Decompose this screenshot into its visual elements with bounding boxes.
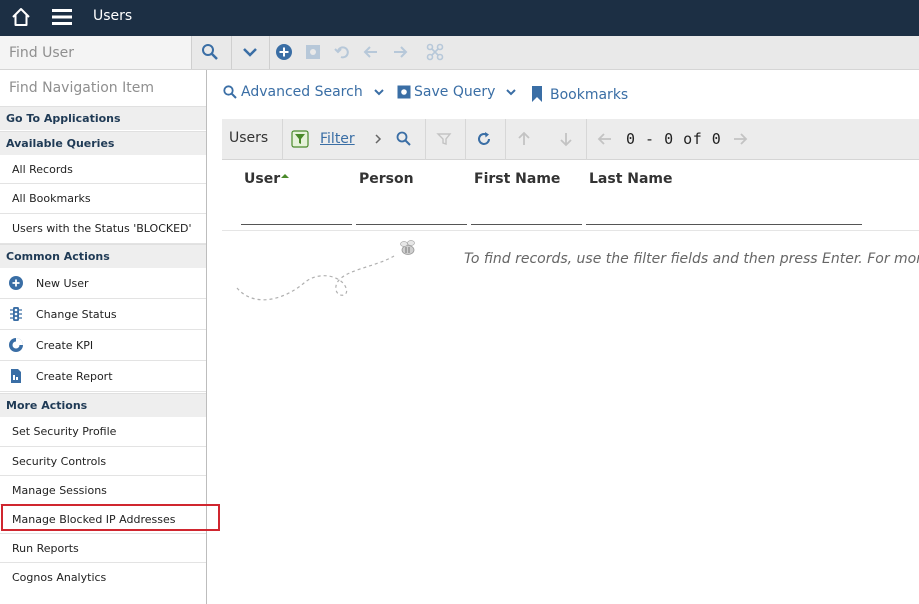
section-go-to-applications[interactable]: Go To Applications — [0, 106, 206, 130]
save-query-icon — [397, 85, 411, 99]
action-set-security-profile[interactable]: Set Security Profile — [0, 417, 206, 447]
list-toolbar-divider — [425, 119, 426, 160]
column-header-last-name[interactable]: Last Name — [589, 171, 673, 187]
list-toolbar-divider — [586, 119, 587, 160]
filter-icon[interactable] — [291, 130, 309, 148]
action-create-report[interactable]: Create Report — [0, 361, 206, 392]
add-icon — [9, 276, 23, 290]
list-toolbar-divider — [505, 119, 506, 160]
user-filter-field[interactable] — [241, 199, 352, 225]
nav-item-label: All Records — [12, 162, 73, 176]
list-toolbar: Users Filter 0 - 0 of 0 — [222, 119, 919, 160]
advanced-search-label: Advanced Search — [241, 84, 363, 100]
nav-item-label: Set Security Profile — [12, 425, 117, 438]
kpi-gauge-icon — [9, 338, 23, 352]
column-header-person[interactable]: Person — [359, 171, 414, 187]
chevron-down-icon[interactable] — [240, 42, 260, 62]
list-toolbar-divider — [282, 119, 283, 160]
arrow-down-icon — [560, 133, 572, 147]
previous-page-icon — [597, 133, 611, 145]
arrow-left-icon — [363, 46, 377, 58]
search-icon[interactable] — [395, 130, 413, 148]
last-name-filter-field[interactable] — [586, 199, 862, 225]
nav-item-label: Run Reports — [12, 541, 79, 555]
action-create-kpi[interactable]: Create KPI — [0, 330, 206, 361]
find-user-input[interactable] — [0, 36, 191, 69]
nav-item-label: Security Controls — [12, 454, 107, 468]
chevron-down-icon[interactable] — [371, 84, 387, 100]
empty-state-message: To find records, use the filter fields a… — [464, 251, 919, 267]
nav-item-label: Change Status — [36, 307, 117, 321]
toolbar — [0, 36, 919, 70]
section-more-actions: More Actions — [0, 393, 206, 417]
action-manage-sessions[interactable]: Manage Sessions — [0, 476, 206, 505]
toolbar-divider — [191, 36, 192, 69]
action-cognos-analytics[interactable]: Cognos Analytics — [0, 563, 206, 591]
column-header-label: User — [244, 171, 281, 187]
action-new-user[interactable]: New User — [0, 268, 206, 299]
toolbar-divider — [269, 36, 270, 69]
section-common-actions: Common Actions — [0, 244, 206, 268]
query-all-bookmarks[interactable]: All Bookmarks — [0, 184, 206, 214]
sort-ascending-icon — [281, 174, 290, 178]
section-available-queries: Available Queries — [0, 131, 206, 155]
workflow-icon — [426, 43, 444, 61]
clear-filter-icon — [436, 133, 452, 145]
save-query-link[interactable]: Save Query — [396, 84, 519, 100]
refresh-icon[interactable] — [475, 130, 493, 148]
column-header-user[interactable]: User — [244, 171, 290, 187]
query-status-blocked[interactable]: Users with the Status 'BLOCKED' — [0, 214, 206, 244]
search-icon — [223, 85, 237, 99]
advanced-search-link[interactable]: Advanced Search — [222, 84, 387, 100]
nav-item-label: Create Report — [36, 369, 113, 383]
find-navigation-input[interactable] — [0, 70, 206, 106]
save-query-label: Save Query — [414, 84, 496, 100]
action-security-controls[interactable]: Security Controls — [0, 447, 206, 476]
action-run-reports[interactable]: Run Reports — [0, 534, 206, 563]
arrow-right-icon — [394, 46, 408, 58]
bee-doodle-illustration — [236, 240, 415, 301]
add-record-icon[interactable] — [274, 42, 294, 62]
list-toolbar-divider — [465, 119, 466, 160]
next-page-icon — [734, 133, 748, 145]
filter-link[interactable]: Filter — [320, 131, 355, 147]
table-header: User Person First Name Last Name — [222, 161, 919, 231]
record-count: 0 - 0 of 0 — [626, 130, 722, 148]
list-title: Users — [229, 130, 269, 146]
bookmarks-label: Bookmarks — [550, 87, 629, 103]
nav-item-label: Cognos Analytics — [12, 570, 107, 584]
person-filter-field[interactable] — [356, 199, 467, 225]
nav-item-label: New User — [36, 276, 89, 290]
app-title: Users — [93, 8, 133, 24]
toolbar-divider — [231, 36, 232, 69]
arrow-up-icon — [518, 131, 530, 145]
top-bar: Users — [0, 0, 919, 36]
column-header-first-name[interactable]: First Name — [474, 171, 560, 187]
chevron-down-icon[interactable] — [503, 84, 519, 100]
first-name-filter-field[interactable] — [471, 199, 582, 225]
query-all-records[interactable]: All Records — [0, 155, 206, 184]
nav-item-label: Manage Sessions — [12, 483, 107, 497]
save-record-icon — [306, 45, 320, 59]
traffic-light-icon — [10, 307, 22, 321]
search-icon[interactable] — [200, 42, 220, 62]
bookmark-icon — [532, 85, 542, 102]
undo-icon — [334, 46, 349, 59]
selection-highlight-box — [1, 504, 220, 531]
bookmarks-link[interactable]: Bookmarks — [530, 84, 628, 103]
action-change-status[interactable]: Change Status — [0, 299, 206, 330]
nav-item-label: Create KPI — [36, 338, 94, 352]
nav-item-label: All Bookmarks — [12, 192, 91, 205]
chevron-right-icon[interactable] — [369, 130, 387, 148]
nav-item-label: Users with the Status 'BLOCKED' — [12, 222, 192, 235]
hamburger-menu-icon[interactable] — [51, 7, 73, 27]
home-icon[interactable] — [10, 6, 32, 28]
report-icon — [11, 369, 21, 383]
